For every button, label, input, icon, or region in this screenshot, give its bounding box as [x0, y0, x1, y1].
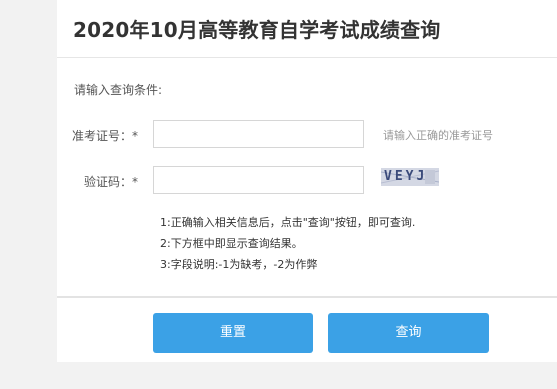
query-button[interactable]: 查询: [328, 313, 489, 353]
ticket-number-input[interactable]: [153, 120, 364, 148]
captcha-text: VEYJ: [384, 169, 428, 184]
ticket-number-label: 准考证号：*: [71, 129, 138, 143]
instructions: 1:正确输入相关信息后，点击"查询"按钮，即可查询. 2:下方框中即显示查询结果…: [160, 212, 415, 275]
instruction-line: 2:下方框中即显示查询结果。: [160, 237, 303, 250]
instruction-line: 3:字段说明:-1为缺考，-2为作弊: [160, 258, 318, 271]
page-title: 2020年10月高等教育自学考试成绩查询: [73, 18, 441, 42]
captcha-image[interactable]: VEYJ: [381, 168, 439, 186]
reset-button[interactable]: 重置: [153, 313, 313, 353]
ticket-number-hint: 请输入正确的准考证号: [383, 129, 493, 142]
title-divider: [57, 57, 557, 58]
captcha-label: 验证码：*: [83, 175, 138, 189]
captcha-input[interactable]: [153, 166, 364, 194]
query-prompt: 请输入查询条件:: [74, 83, 163, 97]
form-divider: [57, 296, 557, 298]
page: 2020年10月高等教育自学考试成绩查询 请输入查询条件: 准考证号：* 请输入…: [0, 0, 557, 389]
instruction-line: 1:正确输入相关信息后，点击"查询"按钮，即可查询.: [160, 216, 416, 229]
